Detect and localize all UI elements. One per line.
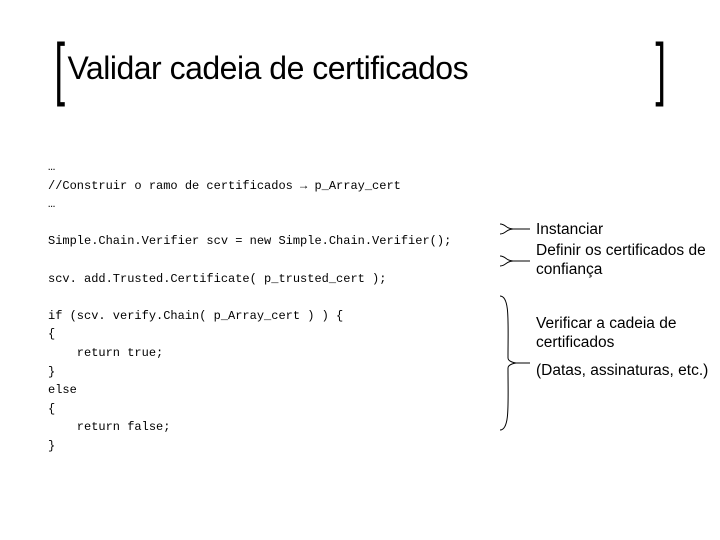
code-line: scv. add.Trusted.Certificate( p_trusted_…	[48, 272, 386, 286]
code-block: … //Construir o ramo de certificados → p…	[48, 158, 478, 456]
slide-title-wrap: [ Validar cadeia de certificados ]	[50, 38, 670, 98]
code-line: else	[48, 383, 77, 397]
code-line: return true;	[48, 346, 163, 360]
bracket-right-icon: ]	[655, 33, 666, 103]
code-line: …	[48, 197, 55, 211]
slide-title: Validar cadeia de certificados	[63, 50, 656, 87]
code-line: {	[48, 402, 55, 416]
annotation-definir: Definir os certificados de confiança	[536, 241, 720, 280]
annotation-datas: (Datas, assinaturas, etc.)	[536, 361, 716, 380]
slide: [ Validar cadeia de certificados ] … //C…	[0, 0, 720, 540]
code-line: Simple.Chain.Verifier scv = new Simple.C…	[48, 234, 451, 248]
brace-icon	[498, 222, 532, 236]
code-line: }	[48, 439, 55, 453]
code-line: …	[48, 160, 55, 174]
code-line: if (scv. verify.Chain( p_Array_cert ) ) …	[48, 309, 343, 323]
code-line: return false;	[48, 420, 170, 434]
annotation-verificar: Verificar a cadeia de certificados	[536, 314, 716, 353]
annotation-instanciar: Instanciar	[536, 220, 716, 239]
code-line: }	[48, 365, 55, 379]
code-line: //Construir o ramo de certificados → p_A…	[48, 179, 401, 193]
code-line: {	[48, 327, 55, 341]
brace-icon	[498, 254, 532, 268]
bracket-left-icon: [	[54, 33, 65, 103]
brace-icon	[498, 292, 532, 434]
